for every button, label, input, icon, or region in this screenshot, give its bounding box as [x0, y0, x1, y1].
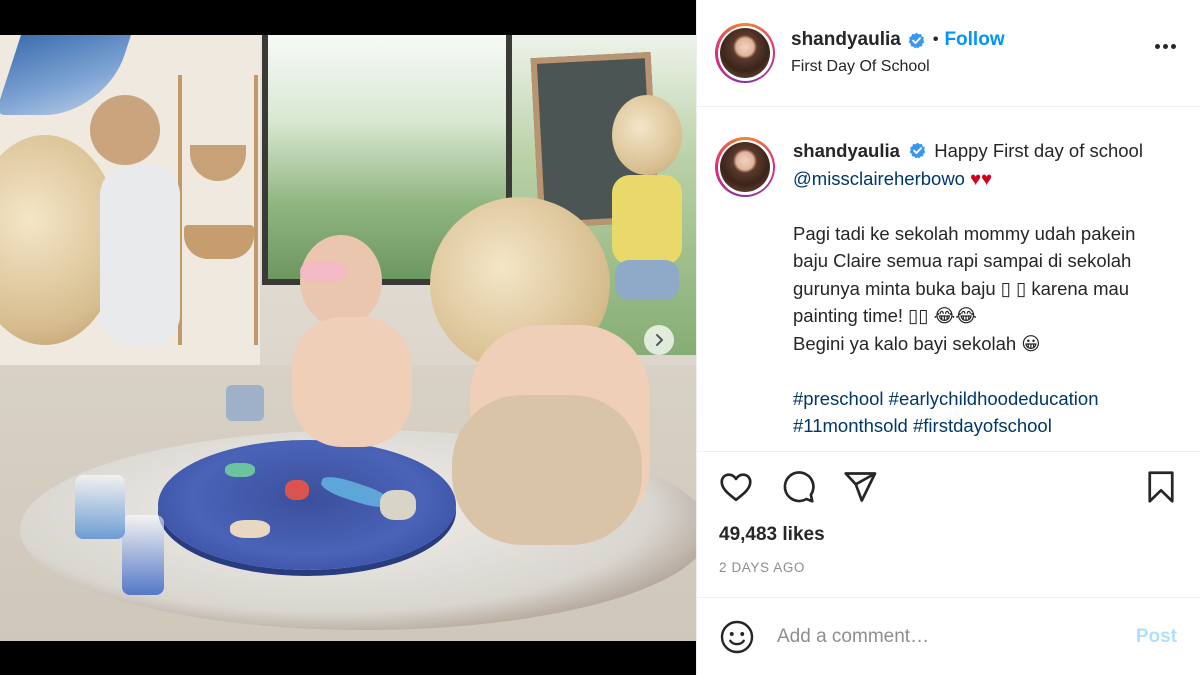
photo-toy	[225, 463, 255, 477]
caption-text: shandyaulia Happy First day of school @m…	[793, 137, 1173, 451]
separator-dot: •	[932, 31, 939, 48]
photo-cup	[122, 515, 164, 595]
caption-line1: Happy First day of school	[934, 140, 1143, 161]
comment-bar: Post	[697, 597, 1200, 675]
instagram-post: shandyaulia • Follow First Day Of School	[0, 0, 1200, 675]
post-photo[interactable]	[0, 35, 696, 641]
hearts-emoji: ♥♥	[970, 167, 993, 189]
caption-paragraph-line2: Begini ya kalo bayi sekolah 😀	[793, 332, 1041, 354]
heart-icon[interactable]	[717, 468, 755, 506]
caption-paragraph: Pagi tadi ke sekolah mommy udah pakein b…	[793, 222, 1136, 327]
hashtag-link[interactable]: #firstdayofschool	[913, 415, 1052, 436]
comment-icon[interactable]	[779, 468, 817, 506]
photo-toy	[285, 480, 309, 500]
avatar-image	[720, 142, 770, 192]
hashtag-link[interactable]: #11monthsold	[793, 415, 908, 436]
photo-child	[612, 175, 682, 265]
action-bar	[697, 452, 1200, 522]
photo-child	[300, 262, 346, 282]
likes-count[interactable]: 49,483 likes	[697, 522, 1200, 552]
photo-cup	[75, 475, 125, 539]
follow-button[interactable]: Follow	[944, 28, 1004, 52]
chevron-right-icon	[656, 334, 663, 346]
hashtag-link[interactable]: #earlychildhoodeducation	[889, 388, 1099, 409]
photo-toy	[380, 490, 416, 520]
mention-link[interactable]: @missclaireherbowo	[793, 168, 965, 189]
photo-shelf	[178, 75, 258, 345]
caption-username-link[interactable]: shandyaulia	[793, 140, 900, 161]
carousel-next-button[interactable]	[644, 325, 674, 355]
photo-child	[90, 95, 160, 165]
post-timestamp[interactable]: 2 DAYS AGO	[697, 552, 1200, 592]
photo-child	[612, 95, 682, 175]
photo-child	[292, 317, 412, 447]
photo-cup	[226, 385, 264, 421]
post-comment-button[interactable]: Post	[1136, 626, 1177, 648]
hashtag-link[interactable]: #preschool	[793, 388, 884, 409]
post-media	[0, 0, 696, 675]
comment-input[interactable]	[777, 625, 1117, 648]
photo-toy	[230, 520, 270, 538]
photo-child	[452, 395, 642, 545]
avatar[interactable]	[715, 23, 775, 83]
photo-child	[100, 165, 180, 345]
verified-badge-icon	[909, 142, 926, 159]
post-header: shandyaulia • Follow First Day Of School	[697, 0, 1200, 107]
emoji-icon[interactable]	[719, 619, 755, 655]
photo-basket	[184, 225, 254, 259]
post-sidebar: shandyaulia • Follow First Day Of School	[696, 0, 1200, 675]
photo-child	[615, 260, 679, 300]
verified-badge-icon	[908, 32, 925, 49]
bookmark-icon[interactable]	[1142, 468, 1180, 506]
share-icon[interactable]	[841, 468, 879, 506]
caption-area: shandyaulia Happy First day of school @m…	[697, 107, 1200, 452]
location-link[interactable]: First Day Of School	[791, 58, 1005, 76]
caption-avatar[interactable]	[715, 137, 775, 197]
avatar-image	[720, 28, 770, 78]
more-options-icon[interactable]	[1155, 44, 1176, 49]
header-username-link[interactable]: shandyaulia	[791, 28, 901, 52]
